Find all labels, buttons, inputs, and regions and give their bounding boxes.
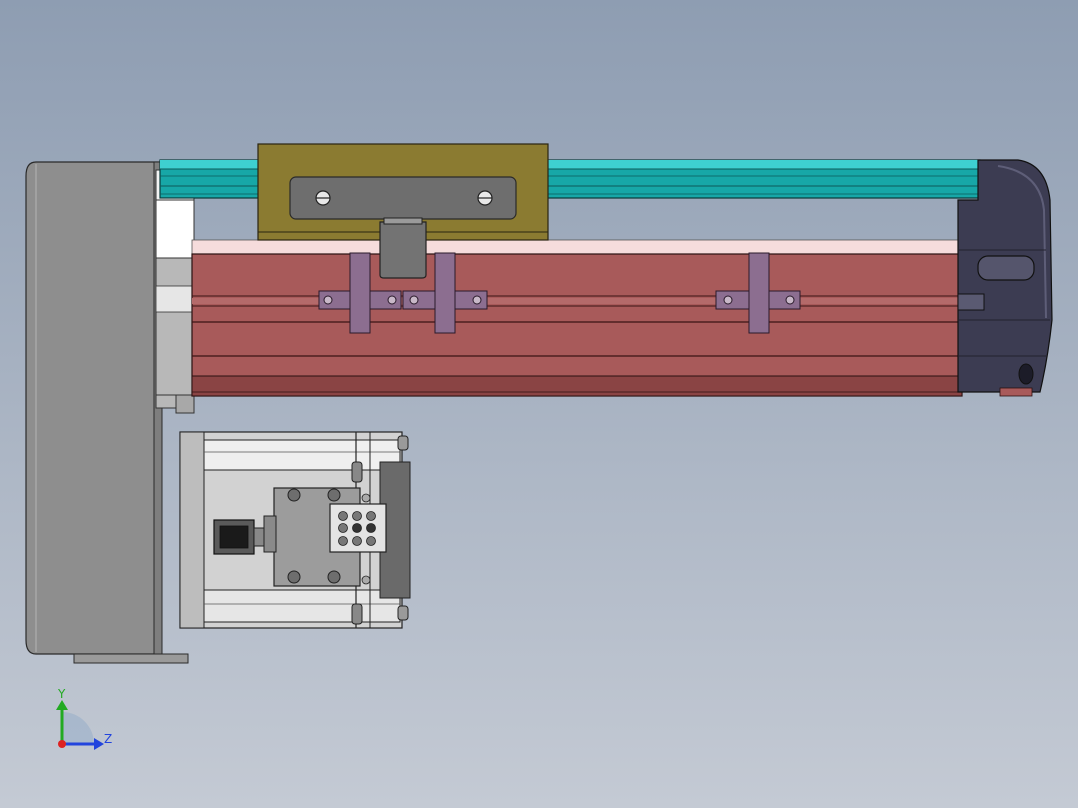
actuator-body[interactable] bbox=[191, 239, 963, 397]
y-axis-arrow bbox=[56, 700, 68, 710]
coupling-housing bbox=[155, 169, 195, 414]
coordinate-triad: Y Z bbox=[56, 687, 112, 750]
y-axis-label: Y bbox=[57, 687, 66, 701]
carriage-bolt-left bbox=[315, 190, 331, 206]
z-axis-arrow bbox=[94, 738, 104, 750]
z-axis-label: Z bbox=[104, 732, 112, 746]
connector-pins bbox=[338, 511, 376, 546]
cad-viewport[interactable]: Y Z bbox=[0, 0, 1078, 808]
carriage-bolt-right bbox=[477, 190, 493, 206]
x-axis-dot bbox=[58, 740, 66, 748]
